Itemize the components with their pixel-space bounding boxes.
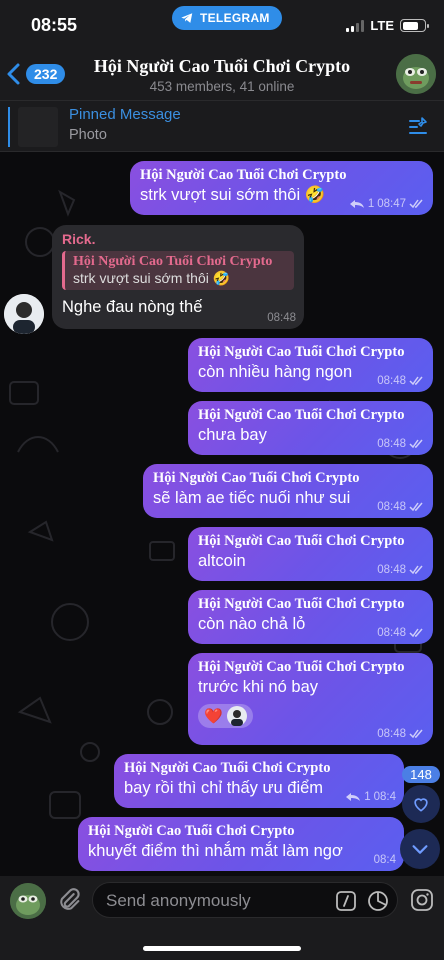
heart-icon[interactable] [402, 785, 440, 823]
read-checks-icon [409, 199, 423, 209]
message-bubble[interactable]: Hội Người Cao Tuổi Chơi Crypto sẽ làm ae… [143, 464, 433, 518]
message-text: trước khi nó bay [198, 678, 318, 696]
pinned-subtitle: Photo [69, 127, 107, 143]
reaction-count-badge: 148 [402, 766, 440, 783]
message-sender: Hội Người Cao Tuổi Chơi Crypto [140, 167, 347, 183]
message-sender: Hội Người Cao Tuổi Chơi Crypto [198, 344, 405, 360]
signal-icon [346, 19, 365, 32]
message-bubble[interactable]: Hội Người Cao Tuổi Chơi Crypto còn nào c… [188, 590, 433, 644]
message-time: 08:48 [377, 728, 406, 740]
message-text: khuyết điểm thì nhắm mắt làm ngơ [88, 842, 343, 860]
home-indicator[interactable] [143, 946, 301, 951]
read-checks-icon [409, 628, 423, 638]
message-list[interactable]: Hội Người Cao Tuổi Chơi Crypto strk vượt… [0, 152, 444, 876]
message-sender: Hội Người Cao Tuổi Chơi Crypto [153, 470, 360, 486]
message-text: Nghe đau nòng thế [62, 298, 203, 316]
reply-count-icon [349, 200, 364, 208]
message-time: 08:48 [377, 627, 406, 639]
avatar[interactable] [4, 294, 44, 334]
message-time: 08:48 [377, 564, 406, 576]
message-bubble[interactable]: Hội Người Cao Tuổi Chơi Crypto altcoin 0… [188, 527, 433, 581]
group-avatar[interactable] [396, 54, 436, 94]
reply-sender: Hội Người Cao Tuổi Chơi Crypto [73, 254, 273, 269]
battery-icon [400, 19, 429, 32]
message-input-placeholder: Send anonymously [106, 891, 251, 910]
scroll-to-bottom-button[interactable] [400, 829, 440, 869]
composer: Send anonymously [0, 876, 444, 924]
chat-subtitle: 453 members, 41 online [149, 79, 295, 94]
message-time: 08:47 [377, 198, 406, 210]
status-bar: 08:55 TELEGRAM LTE [0, 0, 444, 48]
message-sender: Hội Người Cao Tuổi Chơi Crypto [124, 760, 331, 776]
network-label: LTE [370, 18, 394, 33]
home-indicator-area [0, 924, 444, 960]
read-checks-icon [409, 502, 423, 512]
pinned-indicator [8, 107, 10, 147]
reply-count: 1 [367, 198, 375, 210]
chat-header: 232 Hội Người Cao Tuổi Chơi Crypto 453 m… [0, 48, 444, 100]
message-bubble[interactable]: Hội Người Cao Tuổi Chơi Crypto strk vượt… [130, 161, 433, 215]
message-time: 08:4 [373, 791, 396, 803]
return-to-telegram-pill[interactable]: TELEGRAM [172, 6, 282, 30]
reactions-shortcut[interactable]: 148 [402, 766, 440, 823]
heart-reaction-icon: ❤️ [204, 708, 223, 725]
message-bubble[interactable]: Hội Người Cao Tuổi Chơi Crypto bay rồi t… [114, 754, 404, 808]
message-sender: Rick. [62, 231, 96, 247]
pinned-title: Pinned Message [69, 106, 181, 123]
reply-count-icon [346, 793, 361, 801]
telegram-icon [181, 13, 193, 23]
message-sender: Hội Người Cao Tuổi Chơi Crypto [198, 659, 405, 675]
send-as-avatar[interactable] [10, 883, 46, 919]
sticker-icon[interactable] [367, 890, 389, 912]
message-sender: Hội Người Cao Tuổi Chơi Crypto [198, 533, 405, 549]
chevron-left-icon [7, 63, 20, 85]
message-time: 08:48 [377, 501, 406, 513]
pinned-message-bar[interactable]: Pinned Message Photo [0, 100, 444, 152]
reply-preview[interactable]: Hội Người Cao Tuổi Chơi Crypto strk vượt… [62, 251, 294, 290]
commands-icon[interactable] [335, 890, 357, 912]
message-time: 08:48 [377, 438, 406, 450]
message-sender: Hội Người Cao Tuổi Chơi Crypto [88, 823, 295, 839]
message-sender: Hội Người Cao Tuổi Chơi Crypto [198, 407, 405, 423]
status-time: 08:55 [31, 15, 78, 35]
chat-title[interactable]: Hội Người Cao Tuổi Chơi Crypto [80, 56, 364, 77]
message-sender: Hội Người Cao Tuổi Chơi Crypto [198, 596, 405, 612]
pinned-list-icon[interactable] [406, 115, 430, 139]
reactor-avatar [226, 706, 247, 726]
message-bubble[interactable]: Hội Người Cao Tuổi Chơi Crypto còn nhiều… [188, 338, 433, 392]
back-button[interactable]: 232 [6, 62, 66, 86]
attach-icon[interactable] [55, 886, 83, 914]
message-time: 08:4 [373, 854, 396, 866]
read-checks-icon [409, 565, 423, 575]
reaction-chip[interactable]: ❤️ [198, 704, 253, 728]
read-checks-icon [409, 376, 423, 386]
reply-count: 1 [364, 791, 371, 803]
message-time: 08:48 [377, 375, 406, 387]
message-time: 08:48 [267, 312, 296, 324]
message-bubble[interactable]: Hội Người Cao Tuổi Chơi Crypto trước khi… [188, 653, 433, 745]
message-input[interactable]: Send anonymously [92, 882, 398, 918]
chevron-down-icon [412, 845, 428, 854]
message-bubble[interactable]: Rick. Hội Người Cao Tuổi Chơi Crypto str… [52, 225, 304, 329]
reply-text: strk vượt sui sớm thôi 🤣 [73, 270, 231, 286]
read-checks-icon [409, 439, 423, 449]
pinned-thumbnail [18, 107, 58, 147]
unread-count-badge: 232 [26, 64, 66, 84]
message-bubble[interactable]: Hội Người Cao Tuổi Chơi Crypto chưa bay … [188, 401, 433, 455]
read-checks-icon [409, 729, 423, 739]
message-bubble[interactable]: Hội Người Cao Tuổi Chơi Crypto khuyết đi… [78, 817, 404, 871]
camera-icon[interactable] [410, 888, 434, 912]
pill-label: TELEGRAM [200, 11, 270, 25]
